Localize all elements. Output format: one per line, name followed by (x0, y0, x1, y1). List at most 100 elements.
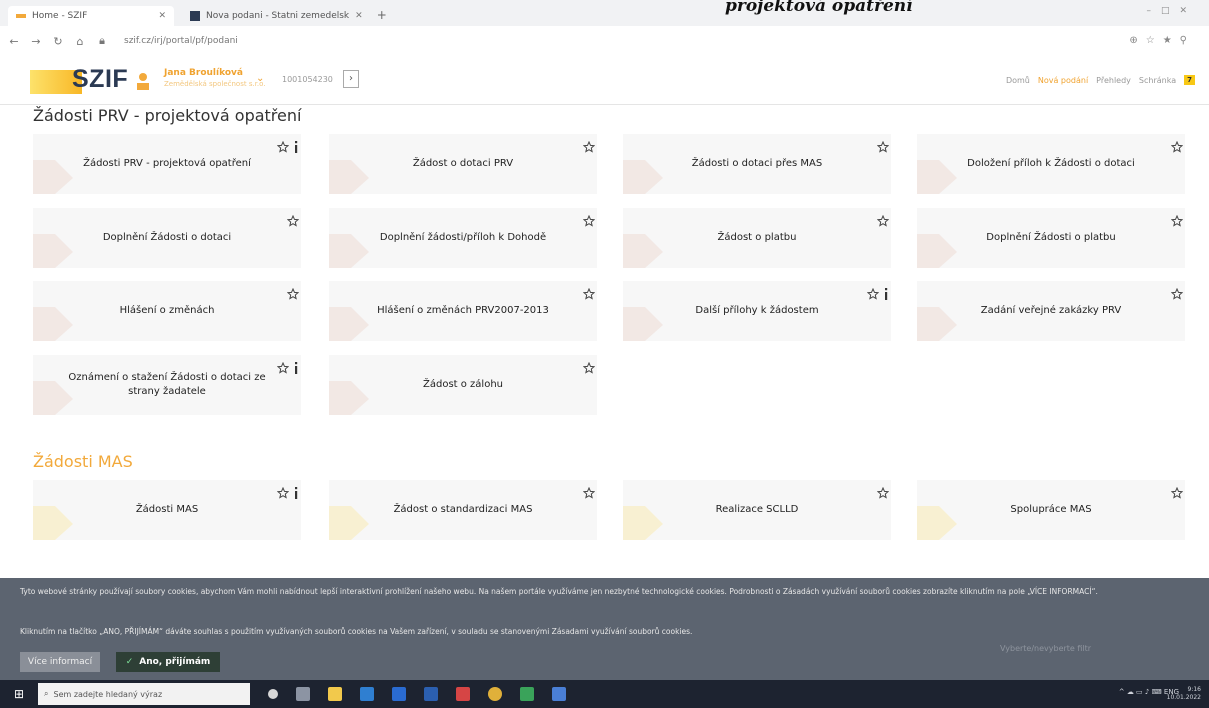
tile-label: Realizace SCLLD (715, 504, 799, 515)
favorite-star-icon[interactable] (582, 138, 596, 153)
favorite-star-icon[interactable] (582, 285, 596, 300)
user-icon (136, 72, 150, 92)
tile-sclld-implementation[interactable]: Realizace SCLLD (623, 480, 891, 540)
windows-start-icon[interactable]: ⊞ (0, 687, 38, 701)
info-icon[interactable] (883, 285, 889, 300)
browser-tab-title: Nova podani - Statni zemedelsk (206, 11, 350, 21)
tile-label: Hlášení o změnách PRV2007-2013 (377, 305, 549, 316)
tile-subsidy-completion[interactable]: Doplnění Žádosti o dotaci (33, 208, 301, 268)
tile-label: Žádosti MAS (135, 504, 199, 515)
tile-public-procurement[interactable]: Zadání veřejné zakázky PRV (917, 281, 1185, 341)
background-filter-text: Vyberte/nevyberte filtr (1000, 644, 1092, 653)
favorite-star-icon[interactable] (276, 484, 290, 499)
tile-mas-cooperation[interactable]: Spolupráce MAS (917, 480, 1185, 540)
window-controls[interactable]: –□✕ (1146, 6, 1197, 16)
cookie-consent-bar: Tyto webové stránky používají soubory co… (0, 578, 1209, 680)
chrome-icon[interactable] (488, 687, 502, 701)
tile-label: Oznámení o stažení Žádosti o dotaci ze s… (68, 372, 266, 397)
favorite-star-icon[interactable] (582, 359, 596, 374)
favorite-star-icon[interactable] (276, 138, 290, 153)
section-title-mas: Žádosti MAS (33, 452, 133, 471)
tile-application-withdrawal[interactable]: Oznámení o stažení Žádosti o dotaci ze s… (33, 355, 301, 415)
chevron-right-icon[interactable]: › (343, 70, 359, 88)
favorite-star-icon[interactable] (582, 212, 596, 227)
user-id: 1001054230 (282, 75, 333, 84)
tile-change-reports-2007-2013[interactable]: Hlášení o změnách PRV2007-2013 (329, 281, 597, 341)
taskbar-clock[interactable]: 9:16 10.01.2022 (1167, 686, 1201, 702)
tile-other-attachments[interactable]: Další přílohy k žádostem (623, 281, 891, 341)
browser-toolbar-icons[interactable]: ⊕☆★⚲ (1129, 35, 1195, 46)
chevron-down-icon[interactable]: ⌄ (256, 73, 264, 84)
favorite-star-icon[interactable] (1170, 285, 1184, 300)
reload-icon[interactable]: ↻ (50, 35, 66, 48)
favorite-star-icon[interactable] (286, 285, 300, 300)
file-explorer-icon[interactable] (328, 687, 342, 701)
info-icon[interactable] (293, 484, 299, 499)
accept-cookies-button[interactable]: ✓ Ano, přijímám (116, 652, 220, 672)
nav-home[interactable]: Domů (1006, 76, 1030, 85)
favorite-star-icon[interactable] (876, 138, 890, 153)
favorite-star-icon[interactable] (876, 212, 890, 227)
acrobat-icon[interactable] (456, 687, 470, 701)
excel-icon[interactable] (520, 687, 534, 701)
nav-overview[interactable]: Přehledy (1096, 76, 1131, 85)
browser-tab-new-submission[interactable]: Nova podani - Statni zemedelsk ✕ (182, 6, 371, 26)
favorite-star-icon[interactable] (276, 359, 290, 374)
taskbar-search-box[interactable]: ⌕ Sem zadejte hledaný výraz (38, 683, 250, 705)
cortana-icon[interactable] (268, 689, 278, 699)
teams-icon[interactable] (552, 687, 566, 701)
favorite-star-icon[interactable] (1170, 212, 1184, 227)
tile-advance-payment[interactable]: Žádost o zálohu (329, 355, 597, 415)
close-tab-icon[interactable]: ✕ (158, 11, 166, 21)
favorite-star-icon[interactable] (1170, 484, 1184, 499)
store-icon[interactable] (392, 687, 406, 701)
document-headline-fragment: projektová opatření (725, 0, 913, 16)
more-info-label: Více informací (27, 657, 93, 667)
tile-label: Žádost o zálohu (423, 379, 503, 390)
tile-mas-standardization[interactable]: Žádost o standardizaci MAS (329, 480, 597, 540)
favorite-star-icon[interactable] (286, 212, 300, 227)
edge-icon[interactable] (360, 687, 374, 701)
address-bar: ← → ↻ ⌂ 🔒︎ szif.cz/irj/portal/pf/podani … (0, 26, 1209, 57)
clock-time: 9:16 (1187, 686, 1201, 693)
tile-label: Doložení příloh k Žádosti o dotaci (967, 158, 1135, 169)
site-logo[interactable]: SZIF (72, 65, 128, 94)
task-view-icon[interactable] (296, 687, 310, 701)
search-icon: ⌕ (44, 689, 49, 698)
tile-payment-completion[interactable]: Doplnění Žádosti o platbu (917, 208, 1185, 268)
tile-payment-application[interactable]: Žádost o platbu (623, 208, 891, 268)
clock-date: 10.01.2022 (1166, 694, 1201, 701)
favorite-star-icon[interactable] (866, 285, 880, 300)
nav-new-submission[interactable]: Nová podání (1038, 76, 1088, 85)
info-icon[interactable] (293, 138, 299, 153)
tile-attachments-submission[interactable]: Doložení příloh k Žádosti o dotaci (917, 134, 1185, 194)
tile-mas-applications[interactable]: Žádosti MAS (33, 480, 301, 540)
more-info-button[interactable]: Více informací (20, 652, 100, 672)
tile-mas-subsidy-applications[interactable]: Žádosti o dotaci přes MAS (623, 134, 891, 194)
tile-prv-applications[interactable]: Žádosti PRV - projektová opatření (33, 134, 301, 194)
user-name: Jana Broulíková (164, 68, 243, 78)
checkmark-icon: ✓ (125, 657, 134, 667)
top-navigation: Domů Nová podání Přehledy Schránka 7 (1006, 75, 1195, 85)
tile-change-reports[interactable]: Hlášení o změnách (33, 281, 301, 341)
forward-icon[interactable]: → (28, 35, 44, 48)
close-tab-icon[interactable]: ✕ (355, 11, 363, 21)
tile-label: Doplnění Žádosti o platbu (986, 232, 1116, 243)
word-icon[interactable] (424, 687, 438, 701)
favorite-star-icon[interactable] (1170, 138, 1184, 153)
tile-label: Žádost o dotaci PRV (412, 158, 514, 169)
tile-agreement-completion[interactable]: Doplnění žádosti/příloh k Dohodě (329, 208, 597, 268)
tile-label: Hlášení o změnách (119, 305, 215, 316)
url-field[interactable]: szif.cz/irj/portal/pf/podani (124, 36, 238, 46)
home-icon[interactable]: ⌂ (72, 35, 88, 48)
browser-tab-title: Home - SZIF (32, 11, 88, 21)
nav-inbox[interactable]: Schránka (1139, 76, 1176, 85)
tile-prv-subsidy-application[interactable]: Žádost o dotaci PRV (329, 134, 597, 194)
cookie-consent-text: Kliknutím na tlačítko „ANO, PŘIJÍMÁM“ dá… (20, 627, 693, 636)
favorite-star-icon[interactable] (876, 484, 890, 499)
new-tab-button[interactable]: + (377, 8, 387, 26)
favorite-star-icon[interactable] (582, 484, 596, 499)
browser-tab-home[interactable]: Home - SZIF ✕ (8, 6, 174, 26)
back-icon[interactable]: ← (6, 35, 22, 48)
info-icon[interactable] (293, 359, 299, 374)
